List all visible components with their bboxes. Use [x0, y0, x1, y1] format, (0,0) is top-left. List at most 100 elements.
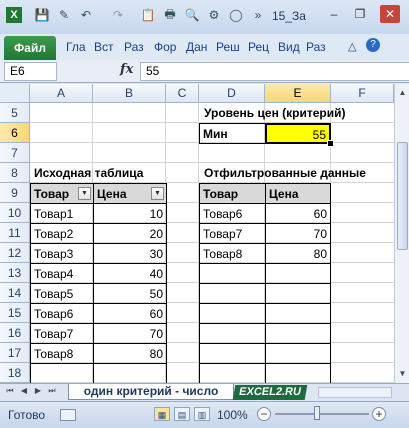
column-header-f[interactable]: F	[331, 84, 394, 103]
filtered-cell-empty[interactable]	[199, 323, 266, 344]
source-cell-product[interactable]: Товар2	[30, 223, 94, 244]
tab-data[interactable]: Дан	[186, 40, 207, 54]
tab-review[interactable]: Реш	[216, 40, 240, 54]
source-cell-price[interactable]: 10	[93, 203, 167, 224]
column-header-c[interactable]: C	[166, 84, 199, 103]
column-header-e[interactable]: E	[265, 84, 331, 103]
function-icon[interactable]: fx	[120, 62, 133, 77]
page-layout-icon[interactable]: ▤	[174, 407, 190, 421]
filtered-header-product[interactable]: Товар	[199, 183, 266, 204]
row-header[interactable]: 7	[0, 143, 30, 163]
vertical-scrollbar[interactable]: ▲ ▼	[394, 84, 409, 383]
filtered-cell-empty[interactable]	[265, 323, 331, 344]
filter-dropdown-icon[interactable]: ▼	[78, 187, 91, 200]
edit-icon[interactable]: ✎	[56, 7, 72, 23]
scrollbar-thumb[interactable]	[397, 142, 408, 250]
source-cell-product[interactable]: Товар6	[30, 303, 94, 324]
source-header-product[interactable]: Товар ▼	[30, 183, 94, 204]
source-cell-price[interactable]: 50	[93, 283, 167, 304]
source-cell-price[interactable]: 40	[93, 263, 167, 284]
source-cell-product[interactable]: Товар3	[30, 243, 94, 264]
column-header-a[interactable]: A	[30, 84, 93, 103]
zoom-slider-track[interactable]	[275, 413, 369, 415]
filtered-cell-empty[interactable]	[265, 283, 331, 304]
filtered-cell-empty[interactable]	[199, 343, 266, 364]
excel-logo-icon[interactable]: X	[6, 7, 22, 23]
zoom-in-button[interactable]: +	[372, 407, 386, 421]
page-break-icon[interactable]: ▥	[194, 407, 210, 421]
first-sheet-icon[interactable]: ⏮	[4, 386, 16, 396]
tab-home[interactable]: Гла	[66, 40, 86, 54]
filter-dropdown-icon[interactable]: ▼	[151, 187, 164, 200]
filtered-cell-empty[interactable]	[199, 283, 266, 304]
filtered-cell-empty[interactable]	[265, 343, 331, 364]
source-cell-product[interactable]: Товар1	[30, 203, 94, 224]
source-cell-product[interactable]: Товар7	[30, 323, 94, 344]
circle-icon[interactable]: ◯	[228, 7, 244, 23]
paste-icon[interactable]: 📋	[140, 7, 156, 23]
row-header[interactable]: 6	[0, 123, 30, 143]
minimize-button[interactable]: –	[324, 5, 344, 23]
row-header[interactable]: 5	[0, 103, 30, 123]
row-header[interactable]: 8	[0, 163, 30, 183]
source-cell-product[interactable]: Товар5	[30, 283, 94, 304]
sheet-tab-active[interactable]: один критерий - число	[68, 384, 234, 400]
row-header[interactable]: 12	[0, 243, 30, 263]
macro-record-icon[interactable]	[60, 409, 76, 421]
horizontal-scrollbar[interactable]	[318, 387, 392, 398]
row-header[interactable]: 18	[0, 363, 30, 383]
tab-review2[interactable]: Рец	[248, 40, 269, 54]
column-header-b[interactable]: B	[93, 84, 166, 103]
source-cell-price[interactable]: 30	[93, 243, 167, 264]
print-icon[interactable]: 🖶	[162, 7, 178, 23]
filtered-cell-empty[interactable]	[199, 363, 266, 383]
filtered-cell-price[interactable]: 80	[265, 243, 331, 264]
redo-icon[interactable]: ↷	[110, 7, 126, 23]
filtered-header-price[interactable]: Цена	[265, 183, 331, 204]
filtered-cell-price[interactable]: 70	[265, 223, 331, 244]
source-cell-empty[interactable]	[30, 363, 94, 383]
filtered-cell-empty[interactable]	[265, 363, 331, 383]
tab-insert[interactable]: Вст	[94, 40, 114, 54]
scroll-down-icon[interactable]: ▼	[396, 366, 409, 381]
tab-formulas[interactable]: Фор	[154, 40, 176, 54]
source-cell-price[interactable]: 70	[93, 323, 167, 344]
criteria-value-cell[interactable]: 55	[265, 123, 331, 144]
select-all-corner[interactable]	[0, 84, 30, 103]
filtered-cell-product[interactable]: Товар6	[199, 203, 266, 224]
formula-input[interactable]: 55	[140, 62, 409, 81]
name-box[interactable]: E6	[4, 62, 57, 81]
zoom-slider-knob[interactable]	[314, 406, 320, 420]
options-icon[interactable]: ⚙	[206, 7, 222, 23]
row-header[interactable]: 17	[0, 343, 30, 363]
filtered-cell-price[interactable]: 60	[265, 203, 331, 224]
row-header[interactable]: 16	[0, 323, 30, 343]
source-cell-empty[interactable]	[93, 363, 167, 383]
row-header[interactable]: 14	[0, 283, 30, 303]
tab-view[interactable]: Вид	[278, 40, 300, 54]
row-header[interactable]: 15	[0, 303, 30, 323]
row-header[interactable]: 9	[0, 183, 30, 203]
ribbon-minimize-icon[interactable]: △	[348, 40, 356, 53]
tab-layout[interactable]: Раз	[124, 40, 144, 54]
zoom-out-button[interactable]: −	[257, 407, 271, 421]
source-cell-price[interactable]: 20	[93, 223, 167, 244]
more-icon[interactable]: »	[250, 7, 266, 23]
filtered-cell-product[interactable]: Товар7	[199, 223, 266, 244]
row-header[interactable]: 10	[0, 203, 30, 223]
row-header[interactable]: 11	[0, 223, 30, 243]
fill-handle[interactable]	[327, 140, 334, 147]
restore-button[interactable]: ❐	[350, 5, 370, 23]
sheet-tab-excel2ru[interactable]: EXCEL2.RU	[232, 385, 308, 400]
normal-view-icon[interactable]: ▦	[154, 407, 170, 421]
print-preview-icon[interactable]: 🔍	[184, 7, 200, 23]
file-tab[interactable]: Файл	[4, 36, 56, 60]
close-button[interactable]: ✕	[380, 5, 400, 23]
source-header-price[interactable]: Цена ▼	[93, 183, 167, 204]
next-sheet-icon[interactable]: ▶	[32, 386, 44, 395]
source-cell-product[interactable]: Товар8	[30, 343, 94, 364]
filtered-cell-empty[interactable]	[265, 263, 331, 284]
filtered-cell-empty[interactable]	[199, 303, 266, 324]
zoom-level[interactable]: 100%	[217, 408, 248, 422]
criteria-label[interactable]: Мин	[199, 123, 266, 144]
